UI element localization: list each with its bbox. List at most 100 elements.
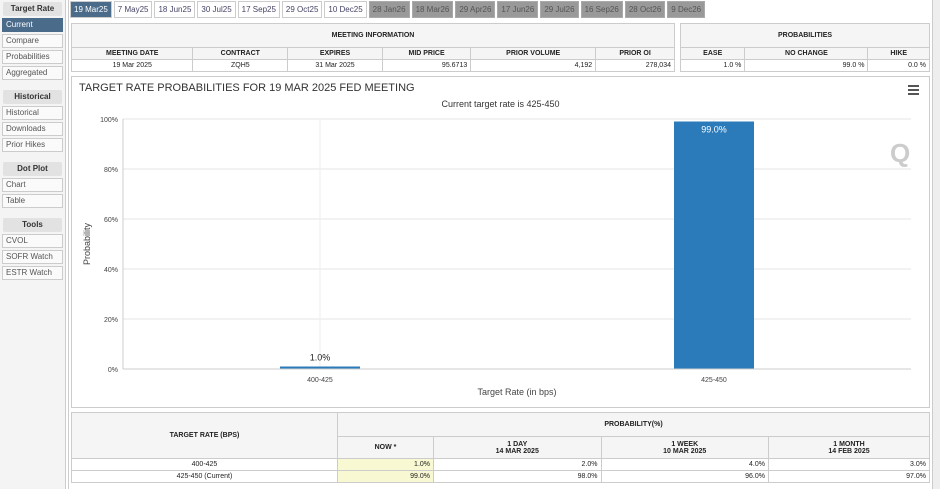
tab-meeting[interactable]: 19 Mar25 <box>70 1 112 18</box>
tab-meeting[interactable]: 29 Apr26 <box>455 1 496 18</box>
sidebar-item-sofr-watch[interactable]: SOFR Watch <box>2 250 63 264</box>
column-header: PRIOR OI <box>595 47 675 60</box>
probabilities-title: PROBABILITIES <box>680 23 930 48</box>
sidebar-item-chart[interactable]: Chart <box>2 178 63 192</box>
sidebar-item-compare[interactable]: Compare <box>2 34 63 48</box>
data-label: 1.0% <box>310 353 331 363</box>
probability-cell: 99.0% <box>336 470 435 483</box>
sidebar-item-cvol[interactable]: CVOL <box>2 234 63 248</box>
column-header: EASE <box>679 47 746 60</box>
sidebar-item-probabilities[interactable]: Probabilities <box>2 50 63 64</box>
tab-meeting[interactable]: 30 Jul25 <box>197 1 236 18</box>
column-header: HIKE <box>867 47 930 60</box>
watermark-logo-icon: Q <box>890 138 910 168</box>
data-label: 99.0% <box>701 125 727 135</box>
cell-value: 0.0 % <box>867 59 930 72</box>
period-label: NOW * <box>374 444 397 451</box>
probability-cell: 96.0% <box>600 470 769 483</box>
tab-meeting[interactable]: 17 Jun26 <box>497 1 539 18</box>
sidebar: Target Rate Current Compare Probabilities Ag… <box>0 0 66 489</box>
period-header: 1 DAY 14 MAR 2025 <box>433 436 602 459</box>
sidebar-item-estr-watch[interactable]: ESTR Watch <box>2 266 63 280</box>
probability-cell: 1.0% <box>336 458 435 471</box>
table-row: 425-450 (Current) 99.0% 98.0% 96.0% 97.0% <box>71 470 931 483</box>
period-label: 1 DAY <box>507 440 528 448</box>
probability-cell: 4.0% <box>600 458 769 471</box>
period-header: 1 WEEK 10 MAR 2025 <box>600 436 769 459</box>
period-header: NOW * <box>336 436 435 459</box>
divider <box>68 0 69 489</box>
meeting-info-table: MEETING INFORMATION MEETING DATE CONTRACT… <box>70 23 675 72</box>
sidebar-section-header: Historical <box>3 90 62 104</box>
y-tick-label: 100% <box>100 117 118 124</box>
sidebar-section-header: Dot Plot <box>3 162 62 176</box>
sidebar-item-downloads[interactable]: Downloads <box>2 122 63 136</box>
cell-value: 1.0 % <box>679 59 746 72</box>
meeting-tabs: 19 Mar25 7 May25 18 Jun25 30 Jul25 17 Sep25 2… <box>70 1 706 18</box>
meeting-info-title: MEETING INFORMATION <box>71 23 675 48</box>
probability-cell: 98.0% <box>433 470 602 483</box>
x-tick-label: 425-450 <box>701 377 727 384</box>
tab-meeting[interactable]: 18 Jun25 <box>154 1 196 18</box>
period-date: 10 MAR 2025 <box>663 447 707 455</box>
column-header: MEETING DATE <box>70 47 194 60</box>
y-tick-label: 40% <box>104 267 118 274</box>
cell-value: 99.0 % <box>744 59 869 72</box>
tab-meeting[interactable]: 28 Jan26 <box>368 1 410 18</box>
tab-meeting[interactable]: 29 Jul26 <box>540 1 579 18</box>
tab-meeting[interactable]: 16 Sep26 <box>580 1 623 18</box>
sidebar-section-header: Target Rate <box>3 2 62 16</box>
tab-meeting[interactable]: 10 Dec25 <box>324 1 367 18</box>
y-axis-label: Probability <box>82 222 92 265</box>
tab-meeting[interactable]: 17 Sep25 <box>237 1 280 18</box>
period-date: 14 FEB 2025 <box>828 447 870 455</box>
column-header: PRIOR VOLUME <box>470 47 597 60</box>
tab-meeting[interactable]: 7 May25 <box>113 1 153 18</box>
probabilities-table: PROBABILITIES EASE NO CHANGE HIKE 1.0 % 99.0… <box>679 23 930 72</box>
y-tick-label: 80% <box>104 167 118 174</box>
probability-history-table: TARGET RATE (BPS) PROBABILITY(%) NOW * 1 … <box>71 412 931 483</box>
cell-value: 278,034 <box>595 59 675 72</box>
column-header: NO CHANGE <box>744 47 869 60</box>
tab-meeting[interactable]: 28 Oct26 <box>624 1 666 18</box>
rate-cell: 425-450 (Current) <box>71 470 338 483</box>
sidebar-item-aggregated[interactable]: Aggregated <box>2 66 63 80</box>
sidebar-item-current[interactable]: Current <box>2 18 63 32</box>
column-header: MID PRICE <box>381 47 472 60</box>
target-rate-header: TARGET RATE (BPS) <box>71 412 338 459</box>
bar-chart: 0% 20% 40% 60% 80% 100% 1.0% 400-425 99.0% 425-45… <box>82 117 911 397</box>
rate-cell: 400-425 <box>71 458 338 471</box>
probability-cell: 97.0% <box>767 470 931 483</box>
period-date: 14 MAR 2025 <box>495 447 539 455</box>
cell-value: 4,192 <box>470 59 597 72</box>
tab-meeting[interactable]: 9 Dec26 <box>667 1 706 18</box>
period-label: 1 WEEK <box>671 440 699 448</box>
cell-value: 19 Mar 2025 <box>70 59 194 72</box>
tab-meeting[interactable]: 29 Oct25 <box>281 1 323 18</box>
probability-cell: 3.0% <box>767 458 931 471</box>
y-tick-label: 0% <box>108 367 118 374</box>
table-row: 400-425 1.0% 2.0% 4.0% 3.0% <box>71 458 931 471</box>
probability-cell: 2.0% <box>433 458 602 471</box>
cell-value: ZQH5 <box>192 59 289 72</box>
x-axis-label: Target Rate (in bps) <box>477 387 556 397</box>
bar[interactable] <box>674 121 754 370</box>
period-label: 1 MONTH <box>833 440 865 448</box>
sidebar-item-table[interactable]: Table <box>2 194 63 208</box>
sidebar-item-historical[interactable]: Historical <box>2 106 63 120</box>
period-header: 1 MONTH 14 FEB 2025 <box>767 436 931 459</box>
column-header: CONTRACT <box>192 47 289 60</box>
probability-header: PROBABILITY(%) <box>337 412 930 437</box>
scrollbar[interactable] <box>932 0 940 489</box>
column-header: EXPIRES <box>287 47 383 60</box>
sidebar-section-header: Tools <box>3 218 62 232</box>
tab-meeting[interactable]: 18 Mar26 <box>411 1 454 18</box>
sidebar-item-prior-hikes[interactable]: Prior Hikes <box>2 138 63 152</box>
chart-panel: TARGET RATE PROBABILITIES FOR 19 MAR 202… <box>71 76 930 408</box>
y-tick-label: 60% <box>104 217 118 224</box>
cell-value: 31 Mar 2025 <box>287 59 383 72</box>
x-tick-label: 400-425 <box>307 377 333 384</box>
y-tick-label: 20% <box>104 317 118 324</box>
